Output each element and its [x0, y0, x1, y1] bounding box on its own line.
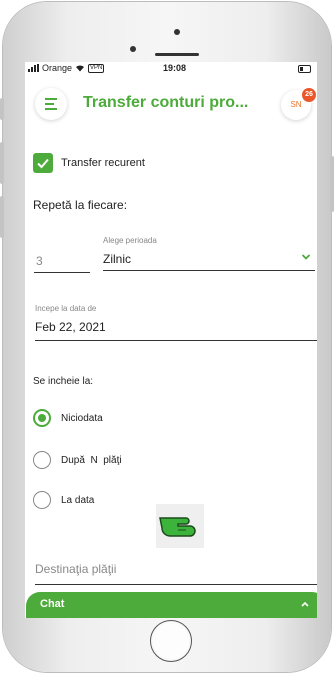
repeat-count-input[interactable]: 3 [34, 254, 90, 273]
chevron-down-icon [301, 254, 311, 260]
chat-label: Chat [40, 598, 65, 610]
carrier-group: Orange VPN [28, 63, 105, 73]
start-date-label: Incepe la data de [35, 304, 97, 313]
vpn-badge: VPN [88, 63, 105, 73]
chat-bar[interactable]: Chat [26, 592, 317, 618]
signal-icon [28, 64, 39, 72]
wifi-icon [76, 65, 85, 72]
destination-input[interactable]: Destinaţia plăţii [35, 562, 317, 585]
app-header: Transfer conturi pro... SN 26 [25, 82, 317, 132]
phone-frame: Orange VPN 19:08 Transfer conturi pro...… [0, 2, 334, 672]
recurring-transfer-checkbox[interactable] [33, 153, 53, 173]
repeat-label: Repetă la fiecare: [33, 198, 128, 212]
radio-after-n-payments[interactable] [33, 451, 51, 469]
power-button [330, 156, 334, 212]
period-value: Zilnic [103, 252, 132, 266]
radio-never-label: Niciodata [61, 413, 103, 424]
radio-after-n-payments-label: După N plăţi [61, 455, 122, 466]
page-title: Transfer conturi pro... [83, 94, 249, 111]
radio-never[interactable] [33, 409, 51, 427]
chevron-up-icon[interactable] [300, 601, 310, 607]
proximity-sensor [130, 46, 136, 52]
status-bar: Orange VPN 19:08 [25, 62, 317, 76]
period-label: Alege perioada [103, 236, 157, 245]
volume-down-button [0, 196, 4, 238]
hamburger-menu-icon [45, 98, 57, 100]
notification-badge: 26 [302, 88, 316, 102]
mute-switch [0, 98, 4, 120]
volume-up-button [0, 142, 4, 184]
home-button[interactable] [150, 620, 192, 662]
front-camera [174, 29, 180, 35]
radio-on-date-label: La data [61, 495, 95, 506]
pointing-hand-icon [156, 504, 204, 548]
start-date-field[interactable]: Feb 22, 2021 [35, 320, 317, 341]
battery-icon [298, 65, 311, 73]
app-screen: Orange VPN 19:08 Transfer conturi pro...… [25, 62, 317, 618]
checkmark-icon [37, 158, 49, 169]
status-time: 19:08 [163, 63, 187, 73]
carrier-name: Orange [42, 63, 73, 73]
recurring-transfer-label: Transfer recurent [61, 157, 145, 169]
menu-button[interactable] [35, 88, 67, 120]
period-select[interactable]: Zilnic [103, 252, 315, 271]
earpiece-speaker [155, 53, 199, 56]
radio-on-date[interactable] [33, 491, 51, 509]
ends-label: Se incheie la: [33, 376, 94, 387]
